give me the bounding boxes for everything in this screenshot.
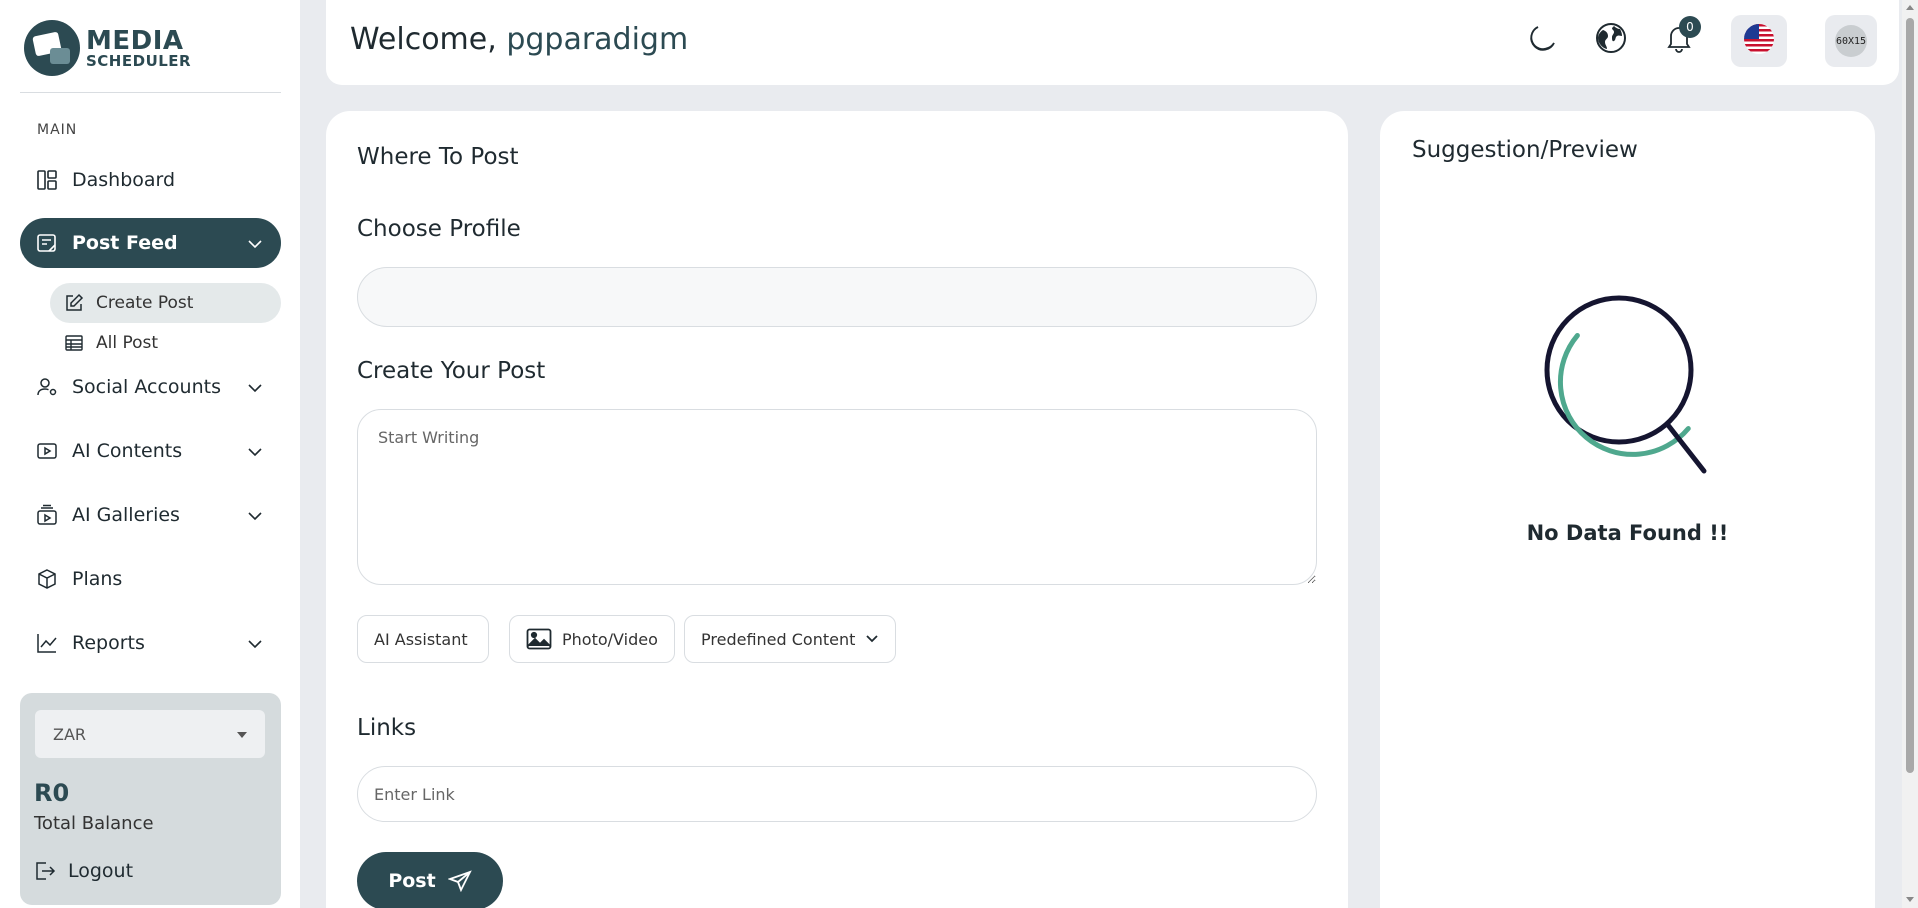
chevron-down-icon — [247, 507, 263, 529]
chevron-down-icon — [247, 235, 263, 257]
sidebar-subitem-create-post[interactable]: Create Post — [50, 283, 281, 323]
caret-down-icon — [237, 732, 247, 738]
username: pgparadigm — [506, 22, 689, 57]
sidebar-item-post-feed[interactable]: Post Feed — [20, 218, 281, 268]
sidebar-item-label: Plans — [72, 568, 123, 590]
section-label-main: MAIN — [37, 122, 78, 138]
predefined-content-label: Predefined Content — [701, 629, 856, 649]
chevron-down-icon — [865, 632, 879, 646]
sidebar-item-ai-contents[interactable]: AI Contents — [20, 426, 281, 476]
chevron-down-icon — [247, 635, 263, 657]
sidebar-item-label: Dashboard — [72, 169, 176, 191]
logo-icon — [24, 20, 80, 76]
post-content-textarea[interactable] — [357, 409, 1317, 585]
balance-label: Total Balance — [34, 813, 154, 834]
send-icon — [447, 870, 472, 892]
sidebar-divider — [20, 92, 281, 93]
sidebar: MEDIA SCHEDULER MAIN Dashboard Post Feed… — [0, 0, 300, 908]
play-icon — [36, 440, 58, 462]
sidebar-item-label: Reports — [72, 632, 145, 654]
preview-card: Suggestion/Preview No Data Found !! — [1380, 111, 1875, 908]
sidebar-item-label: Post Feed — [72, 232, 178, 254]
link-input[interactable] — [357, 766, 1317, 822]
currency-select[interactable]: ZAR — [35, 710, 265, 758]
moon-icon — [1526, 22, 1558, 58]
brand-name: MEDIA SCHEDULER — [86, 25, 192, 70]
chart-line-icon — [36, 632, 58, 654]
us-flag-icon — [1743, 23, 1775, 59]
top-header: Welcome, pgparadigm 0 60X15 — [326, 0, 1899, 85]
create-post-title: Create Your Post — [357, 358, 546, 384]
balance-panel: ZAR R0 Total Balance Logout — [20, 693, 281, 905]
currency-select-value: ZAR — [53, 724, 87, 744]
no-data-message: No Data Found !! — [1526, 521, 1729, 545]
dark-mode-toggle[interactable] — [1522, 20, 1562, 60]
notification-badge: 0 — [1679, 16, 1701, 38]
page-scrollbar[interactable] — [1902, 0, 1918, 908]
sidebar-item-label: AI Contents — [72, 440, 183, 462]
user-avatar-button[interactable]: 60X15 — [1825, 15, 1877, 67]
photo-video-button[interactable]: Photo/Video — [509, 615, 675, 663]
create-post-card: Where To Post Choose Profile Create Your… — [326, 111, 1348, 908]
where-to-post-title: Where To Post — [357, 144, 519, 170]
scroll-up-arrow-icon[interactable] — [1906, 5, 1914, 10]
dashboard-icon — [36, 169, 58, 191]
avatar: 60X15 — [1835, 25, 1867, 57]
welcome-prefix: Welcome, — [350, 22, 497, 57]
sidebar-item-label: AI Galleries — [72, 504, 180, 526]
sidebar-subitem-all-post[interactable]: All Post — [50, 323, 281, 363]
choose-profile-title: Choose Profile — [357, 216, 521, 242]
balance-amount: R0 — [34, 779, 70, 807]
sidebar-item-dashboard[interactable]: Dashboard — [20, 155, 281, 205]
welcome-message: Welcome, pgparadigm — [350, 22, 688, 57]
photo-video-label: Photo/Video — [562, 629, 658, 649]
post-button-label: Post — [388, 870, 436, 892]
scrollbar-thumb[interactable] — [1906, 18, 1914, 773]
logout-button[interactable]: Logout — [34, 860, 133, 882]
sidebar-item-plans[interactable]: Plans — [20, 554, 281, 604]
globe-icon — [1595, 22, 1627, 58]
table-icon — [64, 333, 84, 353]
user-settings-icon — [36, 376, 58, 398]
chevron-down-icon — [247, 443, 263, 465]
scroll-down-arrow-icon[interactable] — [1906, 897, 1914, 902]
logout-icon — [34, 860, 56, 882]
image-icon — [526, 628, 552, 650]
ai-assistant-label: AI Assistant — [374, 629, 468, 649]
brand-logo[interactable]: MEDIA SCHEDULER — [24, 20, 191, 76]
language-flag-button[interactable] — [1731, 15, 1787, 67]
sidebar-item-social-accounts[interactable]: Social Accounts — [20, 362, 281, 412]
ai-assistant-button[interactable]: AI Assistant — [357, 615, 489, 663]
sidebar-item-reports[interactable]: Reports — [20, 618, 281, 668]
logout-label: Logout — [68, 860, 134, 882]
post-button[interactable]: Post — [357, 852, 503, 908]
notifications-button[interactable]: 0 — [1659, 16, 1701, 60]
profile-select[interactable] — [357, 267, 1317, 327]
preview-title: Suggestion/Preview — [1412, 137, 1638, 163]
gallery-icon — [36, 504, 58, 526]
links-title: Links — [357, 715, 417, 741]
language-globe-button[interactable] — [1591, 20, 1631, 60]
predefined-content-dropdown[interactable]: Predefined Content — [684, 615, 897, 663]
chevron-down-icon — [247, 379, 263, 401]
sidebar-subitem-label: Create Post — [96, 293, 194, 313]
edit-icon — [64, 293, 84, 313]
sidebar-item-label: Social Accounts — [72, 376, 221, 398]
sidebar-subitem-label: All Post — [96, 333, 159, 353]
box-icon — [36, 568, 58, 590]
sidebar-item-ai-galleries[interactable]: AI Galleries — [20, 490, 281, 540]
magnifier-icon — [1544, 295, 1714, 485]
post-feed-icon — [36, 232, 58, 254]
